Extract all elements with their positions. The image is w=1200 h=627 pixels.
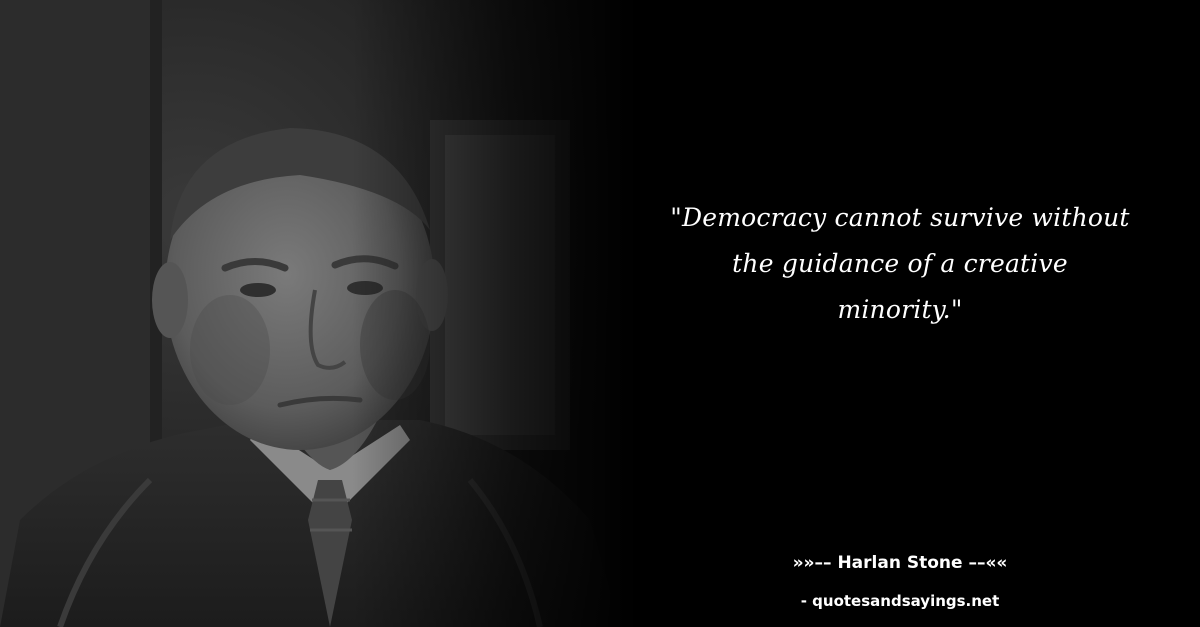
quote-line: minority." bbox=[837, 295, 963, 324]
source-credit: - quotesandsayings.net bbox=[800, 592, 1000, 610]
author-portrait bbox=[0, 0, 640, 627]
quote-author: »»–– Harlan Stone ––«« bbox=[792, 553, 1008, 573]
quote-text: "Democracy cannot survive without the gu… bbox=[640, 195, 1160, 333]
quote-line: the guidance of a creative bbox=[732, 249, 1068, 278]
quote-card: "Democracy cannot survive without the gu… bbox=[0, 0, 1200, 627]
quote-line: "Democracy cannot survive without bbox=[670, 203, 1130, 232]
